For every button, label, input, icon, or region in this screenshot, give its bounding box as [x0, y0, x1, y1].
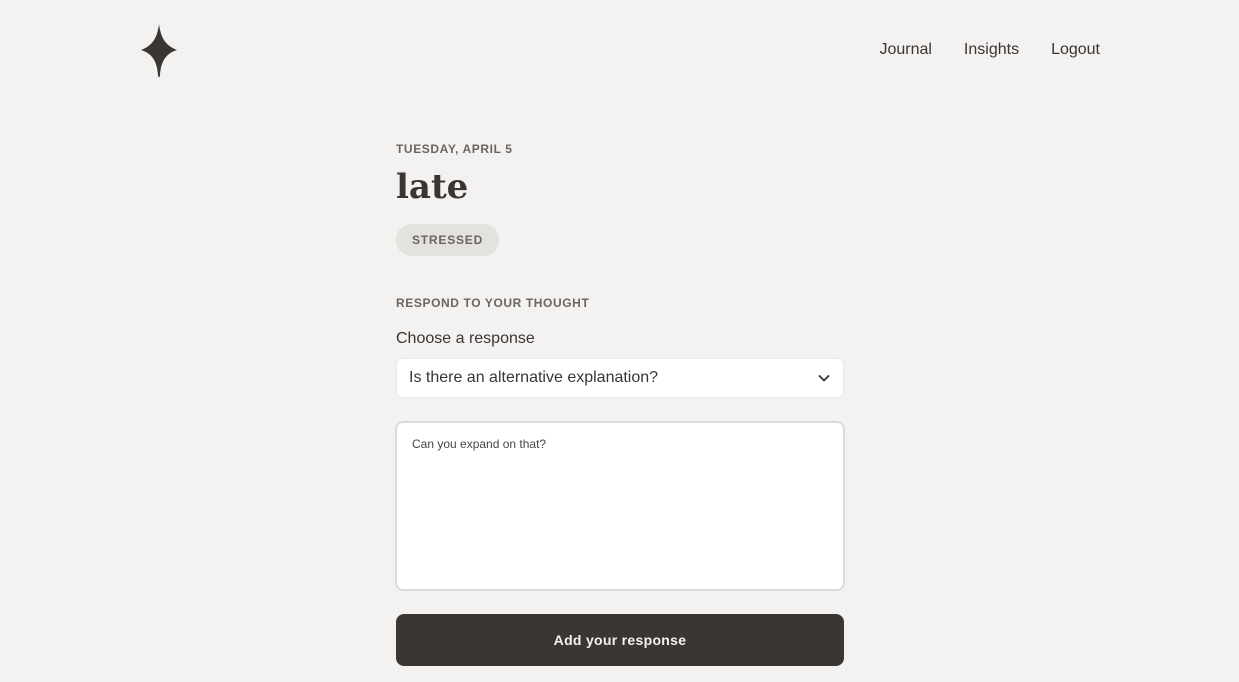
mood-badge: STRESSED — [396, 224, 500, 256]
response-select-value: Is there an alternative explanation? — [409, 369, 659, 386]
top-nav: Journal Insights Logout — [879, 41, 1100, 59]
nav-insights-link[interactable]: Insights — [964, 41, 1019, 59]
chevron-down-icon — [817, 371, 831, 385]
add-response-button[interactable]: Add your response — [396, 614, 844, 666]
response-textarea[interactable] — [395, 421, 845, 591]
sparkle-star-icon — [141, 24, 177, 78]
nav-journal-link[interactable]: Journal — [879, 41, 931, 59]
choose-response-label: Choose a response — [396, 330, 535, 347]
respond-section-label: RESPOND TO YOUR THOUGHT — [396, 296, 590, 310]
entry-title: late — [396, 167, 469, 207]
nav-logout-link[interactable]: Logout — [1051, 41, 1100, 59]
entry-panel: TUESDAY, APRIL 5 late STRESSED RESPOND T… — [395, 142, 845, 666]
entry-date: TUESDAY, APRIL 5 — [396, 142, 513, 156]
response-select[interactable]: Is there an alternative explanation? — [396, 358, 844, 398]
